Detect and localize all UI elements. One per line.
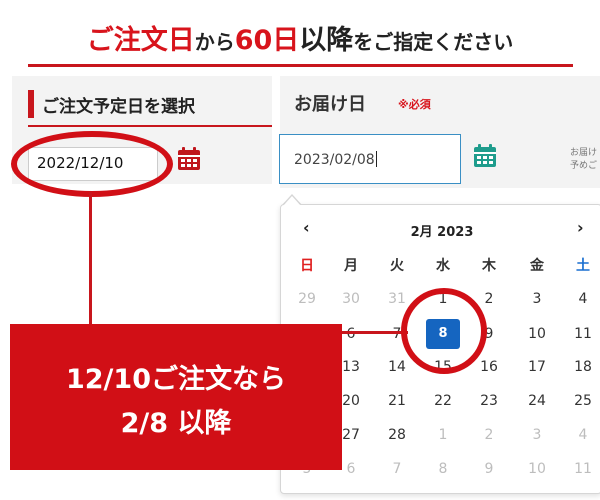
delivery-note-line-2: 予めご	[570, 161, 598, 171]
calendar-month-title: 2月 2023	[410, 225, 474, 240]
calendar-pointer-fill	[283, 196, 301, 206]
callout-connector-horizontal	[338, 331, 408, 334]
callout-line-2: 2/8 以降	[120, 408, 232, 439]
calendar-day[interactable]: 22	[423, 389, 463, 413]
calendar-day[interactable]: 11	[563, 457, 600, 481]
headline-sixty-days: 60日	[234, 25, 300, 56]
delivery-note-line-1: お届け	[570, 148, 598, 158]
headline-underline	[28, 64, 573, 67]
calendar-day[interactable]: 29	[287, 287, 327, 311]
headline-order-date: ご注文日	[86, 25, 195, 56]
weekday-header: 火	[390, 258, 404, 274]
calendar-day[interactable]: 28	[377, 423, 417, 447]
order-date-highlight-ring	[11, 131, 173, 197]
calendar-day[interactable]: 11	[563, 322, 600, 346]
weekday-header: 土	[576, 258, 590, 274]
calendar-day[interactable]: 4	[563, 287, 600, 311]
delivery-date-input[interactable]: 2023/02/08	[279, 134, 461, 184]
selected-day-highlight-ring	[401, 288, 487, 374]
calendar-day[interactable]: 18	[563, 355, 600, 379]
calendar-day[interactable]: 1	[423, 423, 463, 447]
next-month-button[interactable]: ›	[577, 218, 584, 237]
annotation-callout: 12/10ご注文なら 2/8 以降	[10, 324, 342, 470]
calendar-day[interactable]: 10	[517, 322, 557, 346]
weekday-header: 水	[436, 258, 450, 274]
headline-please-specify: をご指定ください	[353, 30, 514, 54]
headline-from: から	[194, 30, 235, 54]
calendar-day[interactable]: 21	[377, 389, 417, 413]
calendar-day[interactable]: 24	[517, 389, 557, 413]
order-date-heading-underline	[28, 125, 272, 127]
callout-line-1: 12/10ご注文なら	[65, 364, 286, 395]
calendar-day[interactable]: 30	[331, 287, 371, 311]
calendar-icon[interactable]	[472, 143, 498, 169]
weekday-header: 木	[482, 258, 496, 274]
calendar-day[interactable]: 2	[469, 423, 509, 447]
delivery-date-value: 2023/02/08	[294, 152, 375, 168]
weekday-header: 日	[300, 258, 314, 274]
calendar-day[interactable]: 23	[469, 389, 509, 413]
calendar-day[interactable]: 3	[517, 287, 557, 311]
calendar-day[interactable]: 17	[517, 355, 557, 379]
calendar-day[interactable]: 4	[563, 423, 600, 447]
calendar-day[interactable]: 25	[563, 389, 600, 413]
order-date-heading-marker	[28, 90, 34, 118]
callout-connector-vertical	[89, 192, 92, 326]
weekday-header: 金	[530, 258, 544, 274]
page-headline: ご注文日から60日以降をご指定ください	[0, 18, 600, 57]
text-caret	[375, 151, 377, 167]
calendar-icon[interactable]	[176, 146, 202, 172]
weekday-header: 月	[344, 258, 358, 274]
order-date-heading: ご注文予定日を選択	[42, 97, 195, 117]
calendar-day[interactable]: 8	[423, 457, 463, 481]
required-badge: ※必須	[398, 98, 431, 111]
delivery-date-heading: お届け日	[294, 94, 366, 115]
calendar-day[interactable]: 9	[469, 457, 509, 481]
headline-after: 以降	[299, 25, 354, 56]
calendar-day[interactable]: 3	[517, 423, 557, 447]
calendar-day[interactable]: 10	[517, 457, 557, 481]
delivery-note: お届け 予めご	[570, 147, 597, 173]
calendar-day[interactable]: 7	[377, 457, 417, 481]
